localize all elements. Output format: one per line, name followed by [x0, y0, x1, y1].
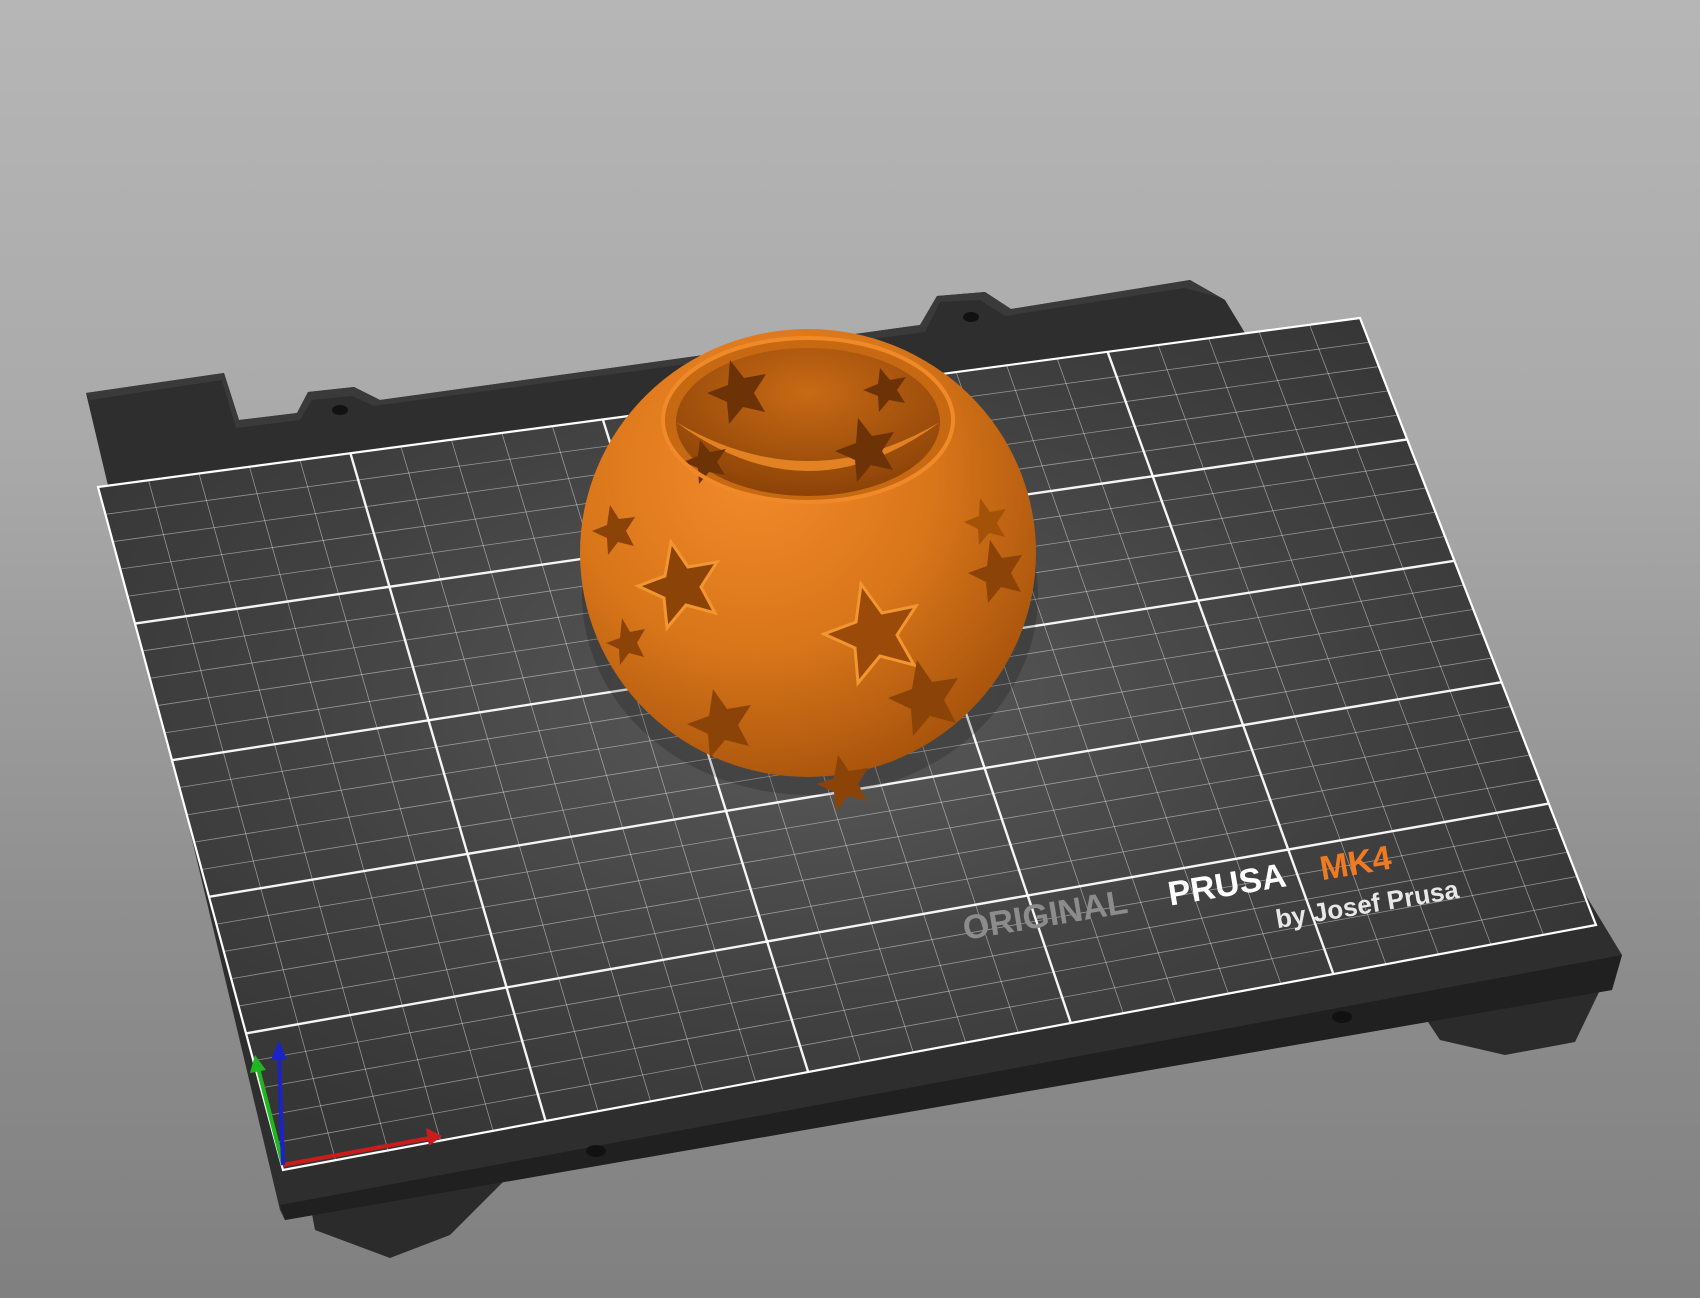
3d-viewport[interactable]: ORIGINAL PRUSA MK4 by Josef Prusa	[0, 0, 1700, 1298]
scene-canvas[interactable]: ORIGINAL PRUSA MK4 by Josef Prusa	[0, 0, 1700, 1298]
